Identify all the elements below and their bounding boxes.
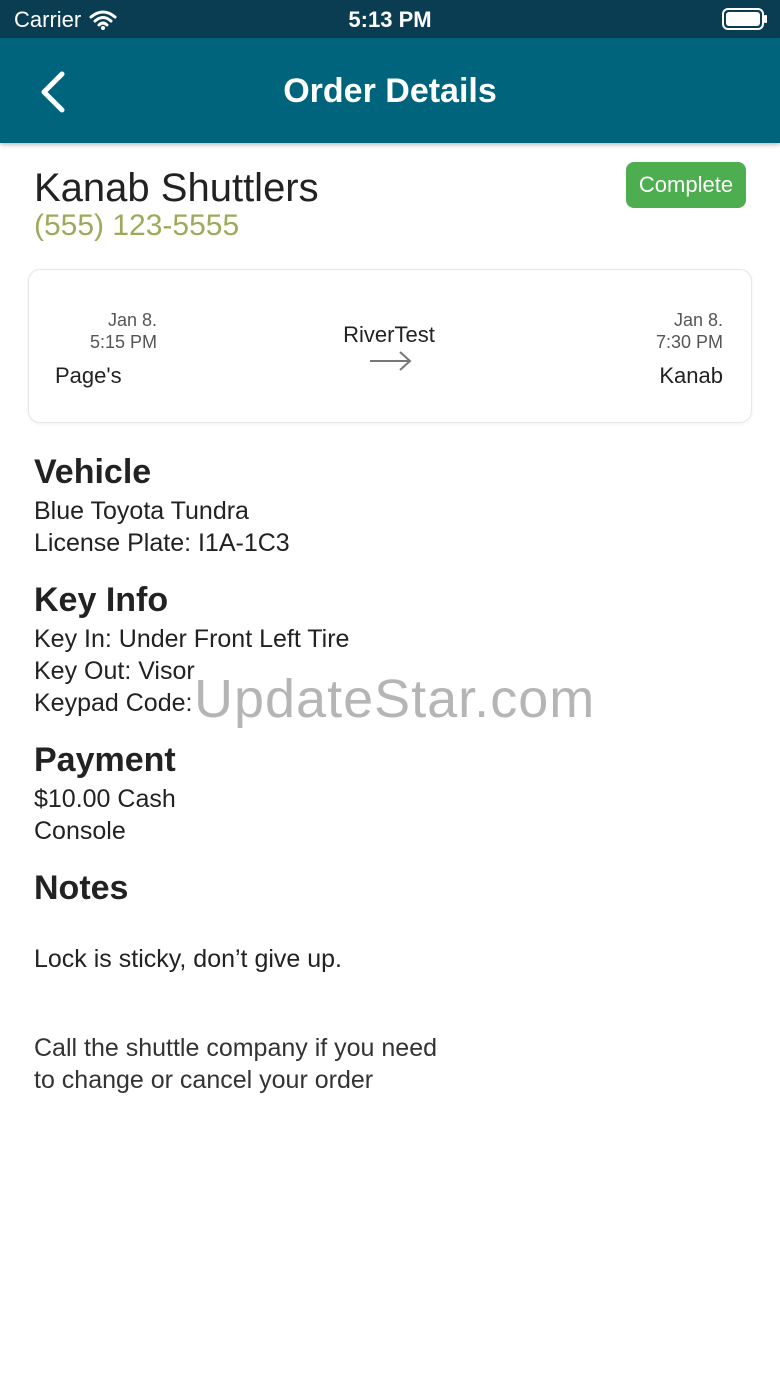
footer-line-1: Call the shuttle company if you need [34, 1034, 438, 1062]
status-bar: Carrier 5:13 PM [0, 0, 780, 38]
status-time: 5:13 PM [348, 7, 432, 32]
company-name: Kanab Shuttlers [34, 166, 319, 210]
license-plate: License Plate: I1A-1C3 [34, 529, 290, 557]
payment-amount: $10.00 Cash [34, 785, 176, 813]
arrival-location: Kanab [659, 363, 723, 388]
notes-text: Lock is sticky, don’t give up. [34, 945, 343, 973]
vehicle-heading: Vehicle [34, 453, 152, 491]
departure-time: 5:15 PM [89, 332, 157, 352]
footer-message: Call the shuttle company if you need to … [34, 1032, 437, 1096]
notes-heading: Notes [34, 869, 129, 907]
vehicle-details: Blue Toyota Tundra License Plate: I1A-1C… [34, 495, 290, 559]
navigation-bar: Order Details [0, 38, 780, 143]
trip-card: Jan 8. 5:15 PM Page's RiverTest Jan 8. 7… [28, 269, 752, 423]
departure-date: Jan 8. [107, 310, 157, 330]
battery-icon [722, 8, 767, 30]
arrival-time: 7:30 PM [655, 332, 723, 352]
key-in: Key In: Under Front Left Tire [34, 625, 350, 653]
vehicle-description: Blue Toyota Tundra [34, 497, 249, 525]
company-phone-link[interactable]: (555) 123-5555 [34, 209, 239, 243]
departure-datetime: Jan 8. 5:15 PM [57, 309, 157, 353]
arrival-date: Jan 8. [673, 310, 723, 330]
payment-details: $10.00 Cash Console [34, 783, 176, 847]
watermark: UpdateStar.com [194, 669, 596, 729]
departure-location: Page's [55, 363, 122, 388]
payment-location: Console [34, 817, 126, 845]
payment-heading: Payment [34, 741, 176, 779]
arrival-datetime: Jan 8. 7:30 PM [656, 309, 723, 353]
status-badge: Complete [626, 162, 746, 208]
key-info-heading: Key Info [34, 581, 169, 619]
arrow-right-icon [370, 351, 412, 371]
route-name: RiverTest [343, 322, 435, 347]
page-title: Order Details [283, 72, 497, 110]
footer-line-2: to change or cancel your order [34, 1066, 374, 1094]
